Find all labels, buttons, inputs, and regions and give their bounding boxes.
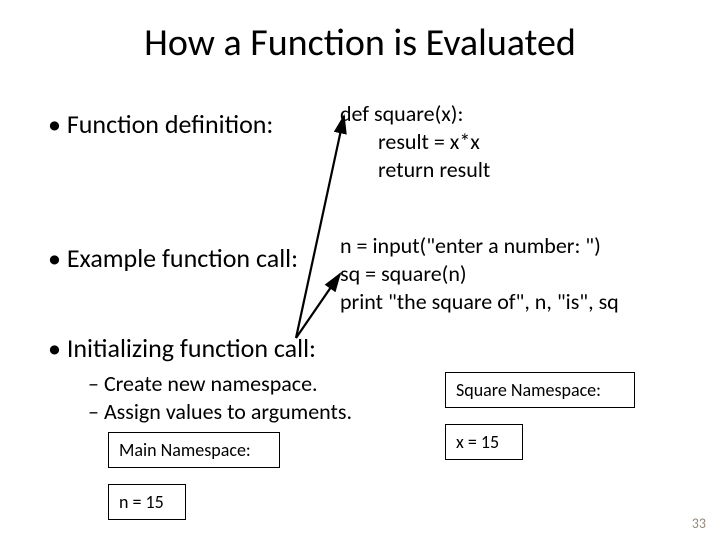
code-call-line2: sq = square(n) [340,260,467,287]
arrow-to-def [296,116,344,338]
bullet-example-call: Example function call: [48,242,298,274]
box-square-namespace: Square Namespace: [445,372,635,408]
code-def-line2: result = x*x [378,128,480,155]
slide-title: How a Function is Evaluated [0,20,720,66]
box-main-namespace: Main Namespace: [108,432,280,468]
code-def-line3: return result [378,156,490,183]
code-call-line3: print "the square of", n, "is", sq [340,288,619,315]
code-def-line1: def square(x): [340,100,463,127]
subbullet-create-namespace: Create new namespace. [88,370,318,397]
box-n-15: n = 15 [108,484,186,520]
page-number: 33 [692,515,706,532]
bullet-initializing-call: Initializing function call: [48,332,316,364]
subbullet-assign-args: Assign values to arguments. [88,398,352,425]
box-x-15: x = 15 [445,424,523,460]
bullet-function-definition: Function definition: [48,108,273,140]
code-call-line1: n = input("enter a number: ") [340,232,601,259]
arrow-to-call [296,274,340,338]
